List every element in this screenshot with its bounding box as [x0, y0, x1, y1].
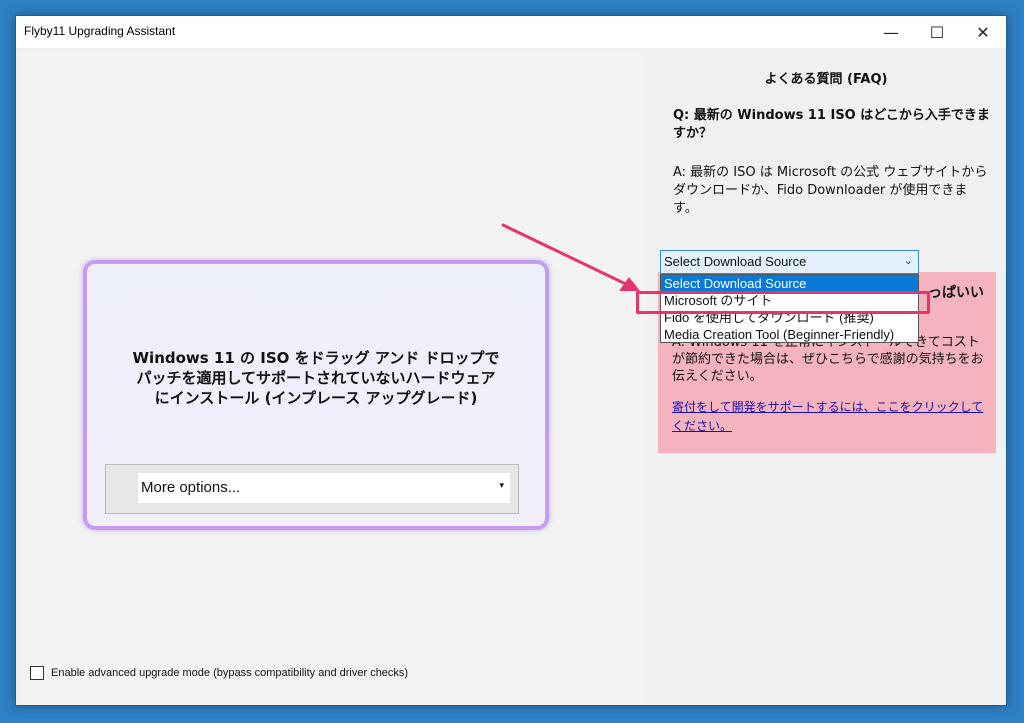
donate-heading: っぱいい [928, 285, 984, 301]
download-option-select[interactable]: Select Download Source [661, 275, 918, 292]
advanced-mode-row[interactable]: Enable advanced upgrade mode (bypass com… [30, 666, 408, 680]
donate-link[interactable]: 寄付をして開発をサポートするには、ここをクリックしてください。 [672, 398, 990, 436]
drop-line-3: にインストール (インプレース アップグレード) [154, 389, 478, 407]
faq-question: Q: 最新の Windows 11 ISO はどこから入手できますか？ [673, 108, 990, 141]
drop-line-1: Windows 11 の ISO をドラッグ アンド ドロップで [132, 349, 500, 367]
download-source-select[interactable]: Select Download Source ⌄ [660, 250, 919, 274]
faq-pane: よくある質問 (FAQ) Q: 最新の Windows 11 ISO はどこから… [646, 52, 1006, 704]
faq-answer: A: 最新の ISO は Microsoft の公式 ウェブサイトからダウンロー… [673, 165, 988, 216]
minimize-button[interactable]: — [868, 16, 914, 48]
more-options-container: More options... ▾ [105, 464, 519, 514]
advanced-mode-label: Enable advanced upgrade mode (bypass com… [51, 667, 409, 679]
advanced-mode-checkbox[interactable] [30, 666, 44, 680]
close-button[interactable]: ✕ [960, 16, 1006, 48]
download-source-value: Select Download Source [664, 254, 807, 269]
window-title: Flyby11 Upgrading Assistant [24, 24, 176, 38]
more-options-dropdown[interactable]: More options... ▾ [138, 473, 510, 503]
drop-instructions: Windows 11 の ISO をドラッグ アンド ドロップで パッチを適用し… [87, 348, 545, 408]
dropdown-arrow-icon: ▾ [499, 480, 504, 490]
minimize-icon: — [883, 22, 899, 42]
chevron-down-icon: ⌄ [903, 255, 913, 267]
left-pane: Windows 11 の ISO をドラッグ アンド ドロップで パッチを適用し… [21, 52, 646, 704]
title-bar: Flyby11 Upgrading Assistant — ☐ ✕ [16, 16, 1006, 48]
more-options-label: More options... [141, 479, 241, 496]
maximize-button[interactable]: ☐ [914, 16, 960, 48]
drop-line-2: パッチを適用してサポートされていないハードウェア [136, 369, 496, 387]
iso-drop-zone[interactable]: Windows 11 の ISO をドラッグ アンド ドロップで パッチを適用し… [83, 260, 549, 530]
app-window: Flyby11 Upgrading Assistant — ☐ ✕ Window… [15, 15, 1007, 706]
annotation-highlight-box [636, 291, 930, 314]
close-icon: ✕ [976, 22, 990, 42]
download-option-mct[interactable]: Media Creation Tool (Beginner-Friendly) [661, 326, 918, 343]
maximize-icon: ☐ [929, 22, 945, 42]
faq-title: よくある質問 (FAQ) [764, 72, 888, 87]
